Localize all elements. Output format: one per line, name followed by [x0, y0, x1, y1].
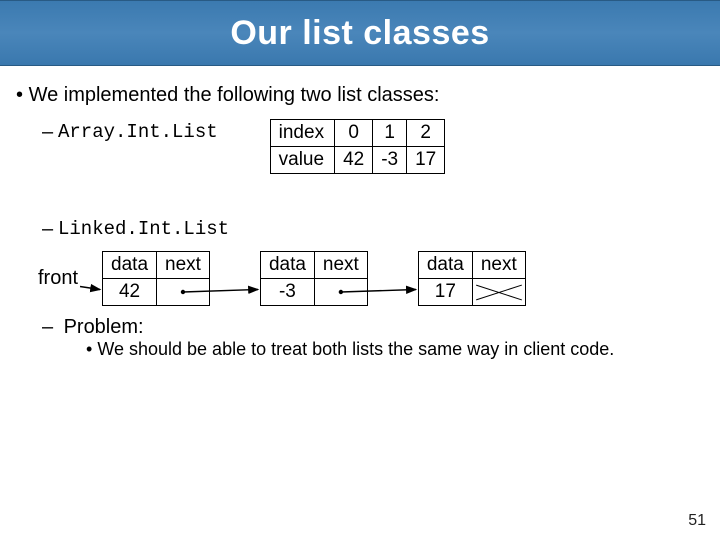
- class-name-linked: Linked.Int.List: [58, 218, 229, 240]
- node-0-next-h: next: [157, 252, 210, 279]
- node-2-next-h: next: [472, 252, 525, 279]
- array-table: index 0 1 2 value 42 -3 17: [270, 119, 446, 174]
- array-row-index-label: index: [270, 120, 334, 147]
- array-index-0: 0: [335, 120, 373, 147]
- slide-body: We implemented the following two list cl…: [0, 66, 720, 360]
- node-2-data-h: data: [418, 252, 472, 279]
- node-1: data next -3: [260, 251, 368, 306]
- bullet-arrayintlist: – Array.Int.List index 0 1 2 value 42 -3…: [42, 121, 704, 174]
- node-1-data-h: data: [260, 252, 314, 279]
- bullet-linkedintlist: – Linked.Int.List: [42, 218, 704, 241]
- node-2-next: [472, 279, 525, 306]
- front-label: front: [38, 267, 78, 290]
- node-1-data: -3: [260, 279, 314, 306]
- array-index-1: 1: [373, 120, 407, 147]
- array-value-1: -3: [373, 147, 407, 174]
- node-0-next: [157, 279, 210, 306]
- array-value-2: 17: [407, 147, 445, 174]
- slide-title: Our list classes: [230, 14, 489, 53]
- array-value-0: 42: [335, 147, 373, 174]
- title-band: Our list classes: [0, 0, 720, 66]
- node-1-next-h: next: [314, 252, 367, 279]
- problem-detail: We should be able to treat both lists th…: [86, 339, 704, 360]
- node-1-next: [314, 279, 367, 306]
- linked-list-diagram: front data next 42: [38, 251, 704, 306]
- array-row-value-label: value: [270, 147, 334, 174]
- null-icon: [473, 279, 525, 305]
- bullet-implemented: We implemented the following two list cl…: [16, 84, 704, 107]
- node-0-data: 42: [103, 279, 157, 306]
- page-number: 51: [688, 512, 706, 530]
- class-name-array: Array.Int.List: [58, 121, 218, 143]
- bullet-problem: – Problem: We should be able to treat bo…: [42, 316, 704, 360]
- node-0-data-h: data: [103, 252, 157, 279]
- node-2: data next 17: [418, 251, 526, 306]
- slide: Our list classes We implemented the foll…: [0, 0, 720, 540]
- node-0: data next 42: [102, 251, 210, 306]
- linked-list-row: front data next 42: [42, 251, 704, 306]
- problem-label: Problem:: [64, 316, 144, 338]
- node-2-data: 17: [418, 279, 472, 306]
- array-index-2: 2: [407, 120, 445, 147]
